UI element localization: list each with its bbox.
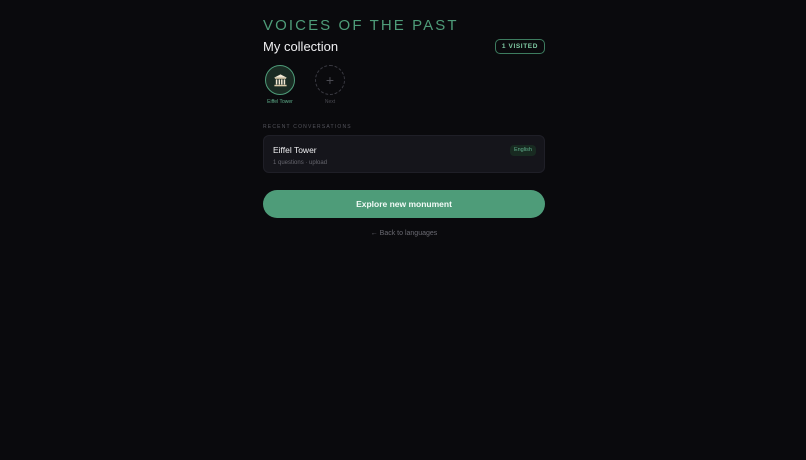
stamp-next[interactable]: + Next: [313, 65, 347, 110]
brand-title: VOICES OF THE PAST: [263, 17, 459, 34]
language-badge: English: [509, 145, 536, 156]
stamp-label: Next: [324, 99, 336, 105]
visited-count-badge: 1 VISITED: [494, 38, 545, 54]
plus-icon: +: [325, 72, 335, 88]
conversation-card[interactable]: Eiffel Tower 1 questions · upload Englis…: [263, 135, 545, 173]
page: VOICES OF THE PAST My collection 1 VISIT…: [0, 0, 806, 460]
stamp-label: Eiffel Tower: [267, 99, 293, 105]
monument-icon: [273, 73, 287, 86]
stamp-eiffel-tower[interactable]: Eiffel Tower: [263, 65, 297, 110]
explore-monument-button[interactable]: Explore new monument: [263, 190, 545, 218]
stamp-circle-visited: [265, 65, 295, 95]
back-to-languages-link[interactable]: ← Back to languages: [371, 230, 438, 237]
stamp-circle-empty: +: [315, 65, 345, 95]
collection-header: My collection 1 VISITED: [263, 37, 545, 55]
section-label-recent: RECENT CONVERSATIONS: [263, 124, 352, 130]
monument-stamps: Eiffel Tower + Next: [263, 65, 545, 110]
collection-panel: VOICES OF THE PAST My collection 1 VISIT…: [263, 17, 545, 237]
conversation-title: Eiffel Tower: [273, 145, 317, 155]
conversation-meta: 1 questions · upload: [273, 160, 328, 166]
page-title: My collection: [263, 38, 339, 54]
back-link-container: ← Back to languages: [263, 230, 545, 237]
